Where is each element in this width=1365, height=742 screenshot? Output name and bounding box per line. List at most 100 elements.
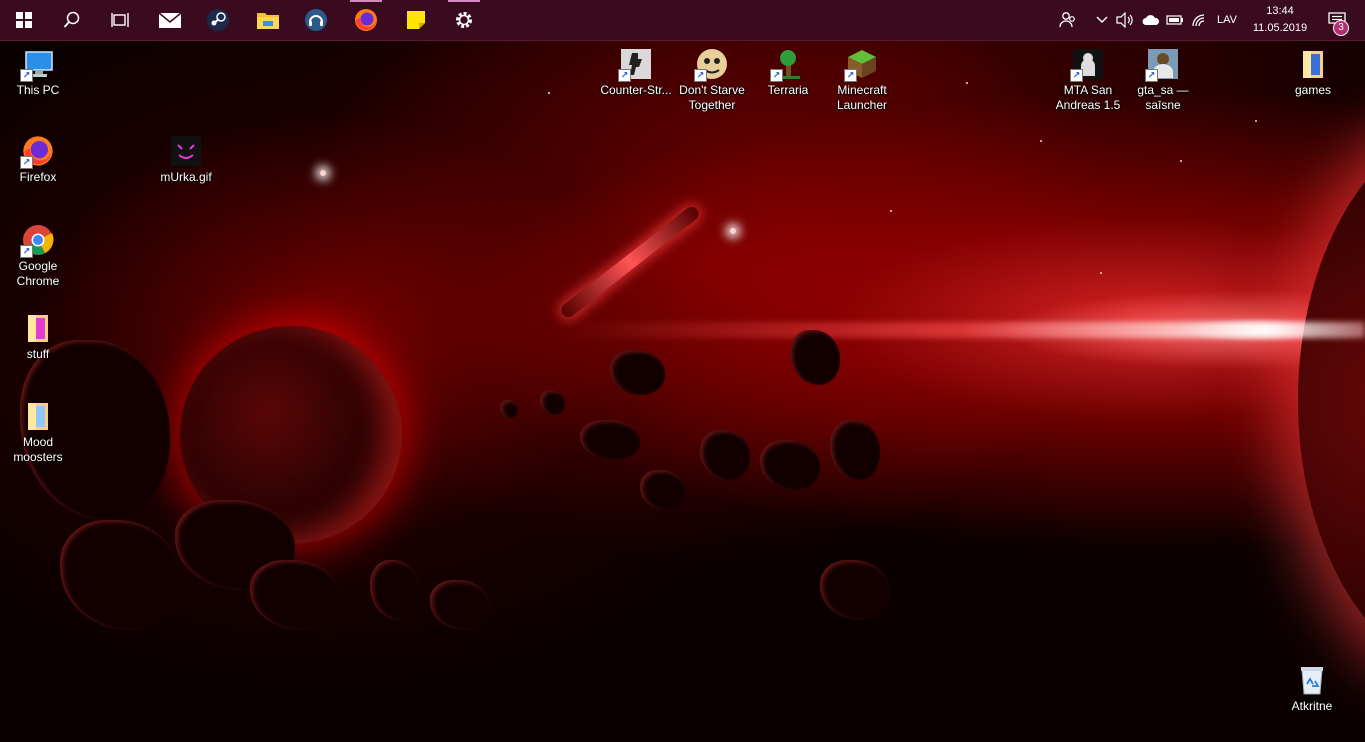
- onedrive-button[interactable]: [1140, 0, 1162, 40]
- wallpaper-red-planet: [1298, 120, 1365, 680]
- recycle-bin-icon: [1301, 667, 1323, 695]
- desktop-icon-label: MTA San Andreas 1.5: [1055, 83, 1121, 112]
- firefox-icon: [355, 9, 377, 31]
- wallpaper-asteroid: [250, 560, 340, 630]
- shortcut-arrow-icon: ↗: [20, 69, 33, 82]
- clock[interactable]: 13:44 11.05.2019: [1244, 3, 1316, 37]
- sticky-notes-button[interactable]: [392, 0, 440, 40]
- steam-icon: [207, 9, 229, 31]
- shortcut-arrow-icon: ↗: [1145, 69, 1158, 82]
- desktop-icon-stuff[interactable]: stuff: [0, 312, 76, 362]
- wallpaper-star: [730, 228, 736, 234]
- chevron-up-icon: [1096, 16, 1108, 23]
- wallpaper-asteroid: [60, 520, 180, 630]
- teamspeak-button[interactable]: [292, 0, 340, 40]
- network-button[interactable]: [1188, 0, 1210, 40]
- desktop-icon-mta-san-andreas[interactable]: ↗ MTA San Andreas 1.5: [1050, 48, 1126, 113]
- shortcut-arrow-icon: ↗: [20, 156, 33, 169]
- notification-count-badge: 3: [1333, 20, 1349, 36]
- desktop-icon-minecraft-launcher[interactable]: ↗ Minecraft Launcher: [824, 48, 900, 113]
- desktop-icon-dont-starve-together[interactable]: ↗ Don't Starve Together: [674, 48, 750, 113]
- wallpaper-asteroid: [430, 580, 490, 630]
- wallpaper-light-beam: [560, 322, 1365, 338]
- wallpaper-asteroid: [540, 390, 565, 415]
- desktop-icon-label: Terraria: [767, 83, 809, 97]
- steam-button[interactable]: [194, 0, 242, 40]
- search-icon: [63, 11, 80, 28]
- sticky-note-icon: [407, 11, 425, 29]
- wallpaper-asteroid: [610, 350, 665, 395]
- wallpaper-asteroid: [790, 330, 840, 385]
- shortcut-arrow-icon: ↗: [20, 245, 33, 258]
- gear-icon: [456, 12, 472, 28]
- wifi-icon: [1192, 14, 1205, 27]
- speaker-icon: [1116, 12, 1133, 28]
- firefox-taskbar-button[interactable]: [342, 0, 390, 40]
- volume-button[interactable]: [1114, 0, 1136, 40]
- people-icon: [1059, 12, 1075, 28]
- desktop-icon-recycle-bin[interactable]: Atkritne: [1274, 664, 1350, 714]
- wallpaper-star: [966, 82, 968, 84]
- desktop-icon-label: gta_sa — saīsne: [1137, 83, 1189, 112]
- file-explorer-button[interactable]: [244, 0, 292, 40]
- folder-icon: [28, 315, 48, 342]
- desktop-icon-label: Firefox: [19, 170, 57, 184]
- shortcut-arrow-icon: ↗: [844, 69, 857, 82]
- taskbar: LAV 13:44 11.05.2019 3: [0, 0, 1365, 41]
- gif-image-icon: [171, 136, 201, 166]
- desktop-icon-murka-gif[interactable]: mUrka.gif: [148, 135, 224, 185]
- desktop-icon-gta-sa-shortcut[interactable]: ↗ gta_sa — saīsne: [1125, 48, 1201, 113]
- wallpaper-asteroid: [820, 560, 890, 620]
- desktop-icon-mood-moosters[interactable]: Mood moosters: [0, 400, 76, 465]
- desktop-icon-label: stuff: [26, 347, 50, 361]
- search-button[interactable]: [48, 0, 96, 40]
- task-view-icon: [111, 13, 129, 27]
- wallpaper-asteroid: [760, 440, 820, 490]
- folder-icon: [1303, 51, 1323, 78]
- start-button[interactable]: [0, 0, 48, 40]
- desktop-icon-label: Google Chrome: [16, 259, 60, 288]
- folder-icon: [257, 13, 279, 29]
- desktop-icon-label: games: [1294, 83, 1332, 97]
- clock-date: 11.05.2019: [1252, 22, 1308, 34]
- people-button[interactable]: [1056, 0, 1080, 40]
- shortcut-arrow-icon: ↗: [618, 69, 631, 82]
- wallpaper-star: [320, 170, 326, 176]
- desktop-icon-label: Counter-Str...: [600, 83, 672, 97]
- battery-icon: [1166, 15, 1183, 25]
- windows-logo-icon: [16, 12, 32, 28]
- desktop-icon-this-pc[interactable]: ↗ This PC: [0, 48, 76, 98]
- wallpaper-star: [890, 210, 892, 212]
- wallpaper-asteroid: [830, 420, 880, 480]
- desktop-icon-label: This PC: [16, 83, 60, 97]
- desktop-icon-label: Mood moosters: [13, 435, 63, 464]
- desktop-icon-counter-strike[interactable]: ↗ Counter-Str...: [598, 48, 674, 98]
- settings-taskbar-button[interactable]: [440, 0, 488, 40]
- shortcut-arrow-icon: ↗: [770, 69, 783, 82]
- wallpaper-spaceship: [558, 204, 702, 320]
- desktop-icon-label: Don't Starve Together: [679, 83, 745, 112]
- desktop-icon-games[interactable]: games: [1275, 48, 1351, 98]
- wallpaper-asteroid: [500, 400, 518, 418]
- wallpaper-asteroid: [580, 420, 640, 460]
- shortcut-arrow-icon: ↗: [1070, 69, 1083, 82]
- wallpaper-star: [1100, 272, 1102, 274]
- desktop-icon-label: Atkritne: [1291, 699, 1333, 713]
- desktop-icon-label: Minecraft Launcher: [836, 83, 888, 112]
- wallpaper-star: [1180, 160, 1182, 162]
- cloud-icon: [1142, 15, 1160, 25]
- desktop-icon-label: mUrka.gif: [160, 170, 212, 184]
- wallpaper-asteroid: [640, 470, 685, 510]
- clock-time: 13:44: [1266, 5, 1294, 17]
- mail-button[interactable]: [146, 0, 194, 40]
- folder-icon: [28, 403, 48, 430]
- desktop-icon-terraria[interactable]: ↗ Terraria: [750, 48, 826, 98]
- desktop-icon-firefox[interactable]: ↗ Firefox: [0, 135, 76, 185]
- wallpaper-star: [548, 92, 550, 94]
- show-hidden-icons-button[interactable]: [1092, 0, 1112, 40]
- desktop-icon-google-chrome[interactable]: ↗ Google Chrome: [0, 224, 76, 289]
- task-view-button[interactable]: [96, 0, 144, 40]
- input-language-indicator[interactable]: LAV: [1212, 0, 1242, 40]
- battery-button[interactable]: [1164, 0, 1186, 40]
- wallpaper-asteroid: [700, 430, 750, 480]
